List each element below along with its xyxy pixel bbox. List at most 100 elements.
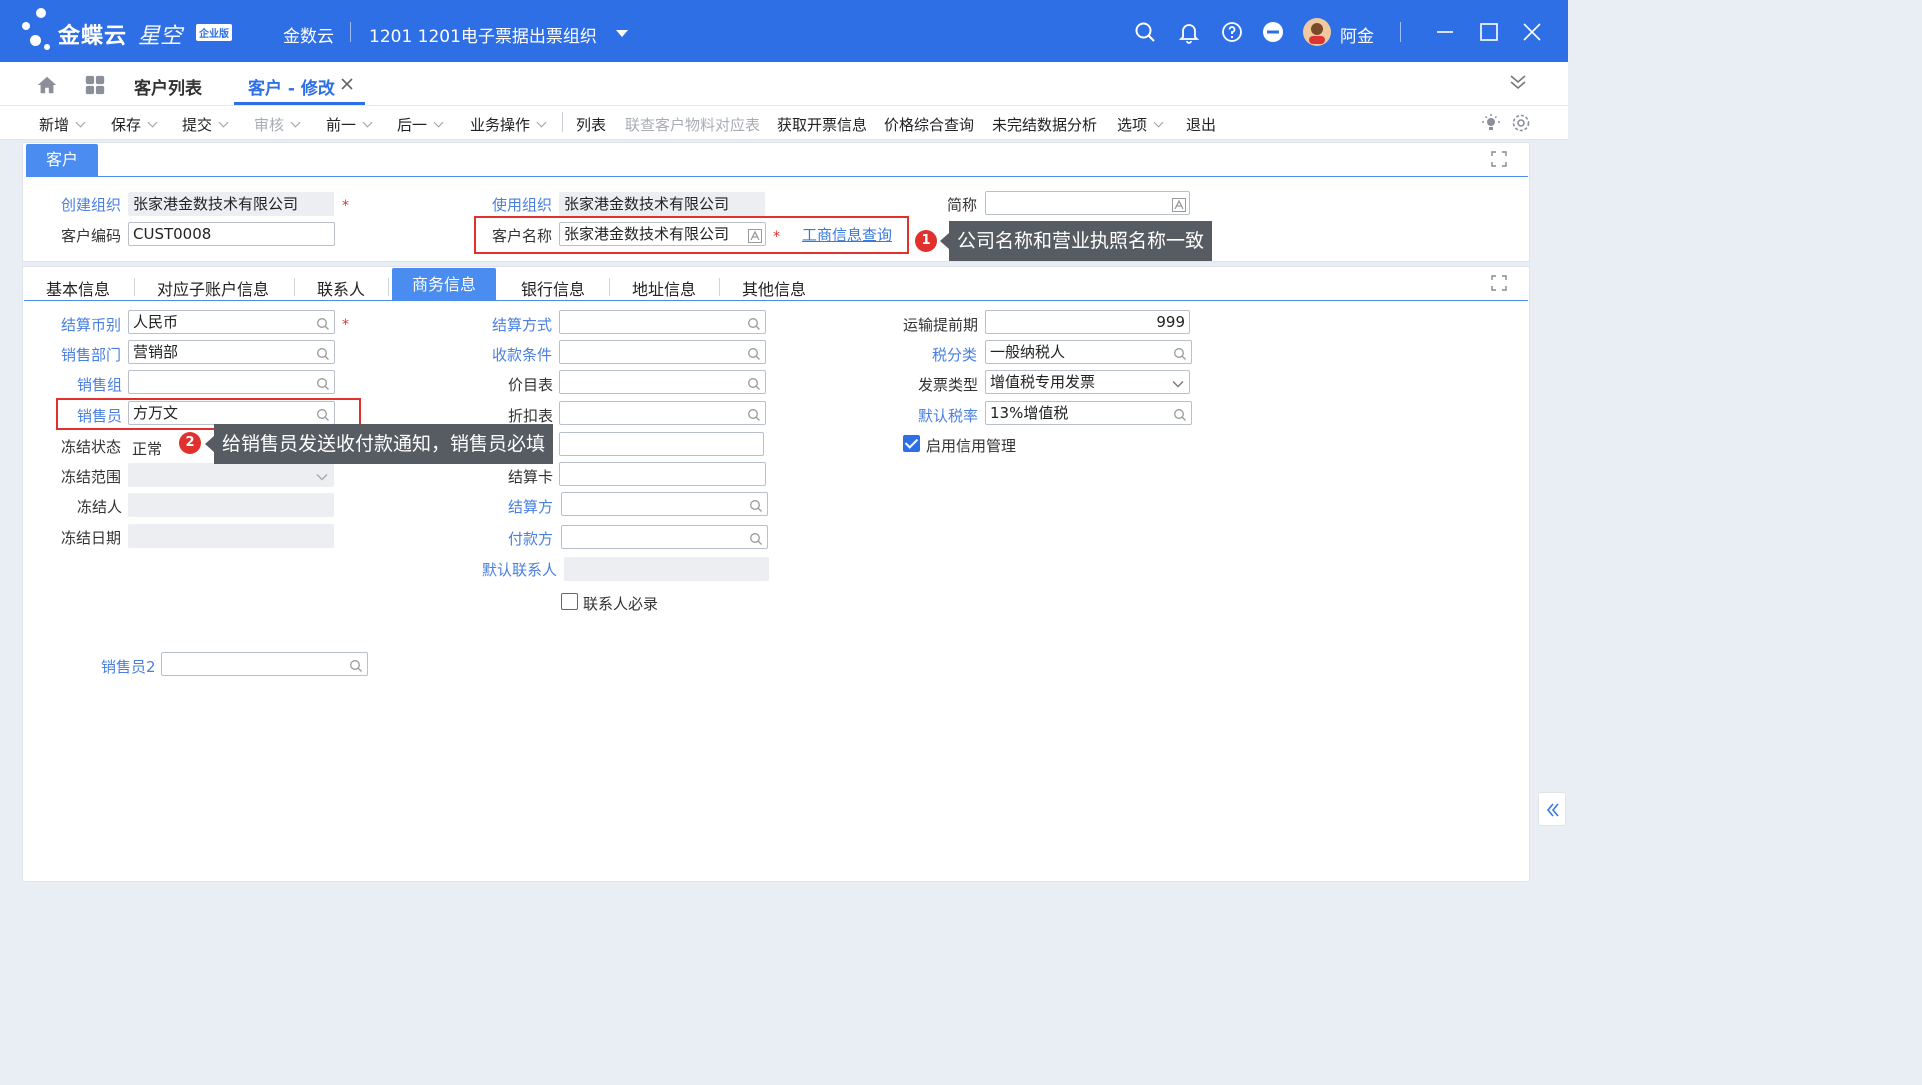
search-icon[interactable]	[747, 375, 761, 390]
apps-grid-icon[interactable]	[84, 74, 106, 96]
search-icon[interactable]	[316, 315, 330, 330]
new-button[interactable]: 新增	[39, 114, 86, 135]
tax-class-field[interactable]: 一般纳税人	[985, 340, 1192, 364]
price-query-button[interactable]: 价格综合查询	[884, 114, 974, 135]
search-icon[interactable]	[747, 406, 761, 421]
settings-gear-icon[interactable]	[1511, 113, 1531, 133]
sales-dept-label: 销售部门	[61, 346, 122, 364]
payment-terms-field[interactable]	[559, 340, 766, 364]
save-button[interactable]: 保存	[111, 114, 158, 135]
default-tax-rate-field[interactable]: 13%增值税	[985, 401, 1192, 425]
help-icon[interactable]	[1220, 20, 1244, 44]
home-icon[interactable]	[36, 74, 58, 96]
brand-name: 金蝶云	[58, 24, 128, 49]
side-panel-toggle[interactable]	[1538, 792, 1566, 826]
tab-other-info[interactable]: 其他信息	[742, 276, 806, 300]
close-tab-icon[interactable]	[340, 77, 354, 91]
contact-required-checkbox[interactable]	[561, 593, 578, 610]
linked-material-button[interactable]: 联查客户物料对应表	[625, 114, 760, 135]
hidden-field[interactable]	[559, 432, 764, 456]
body-tab-line	[24, 300, 1528, 301]
exit-button[interactable]: 退出	[1186, 114, 1216, 135]
tab-contacts[interactable]: 联系人	[317, 276, 365, 300]
tab-commercial-info[interactable]: 商务信息	[392, 268, 496, 300]
org-selector[interactable]: 1201 1201电子票据出票组织	[369, 22, 597, 47]
bell-icon[interactable]	[1177, 20, 1201, 44]
credit-management-checkbox[interactable]	[903, 435, 920, 452]
search-icon[interactable]	[749, 497, 763, 512]
sales-dept-field[interactable]: 营销部	[128, 340, 335, 364]
tab-divider	[134, 278, 135, 296]
short-name-label: 简称	[947, 196, 978, 214]
settle-card-field[interactable]	[559, 462, 766, 486]
maximize-icon[interactable]	[1477, 20, 1501, 44]
avatar[interactable]	[1303, 18, 1331, 46]
settle-method-field[interactable]	[559, 310, 766, 334]
required-mark: *	[342, 198, 349, 214]
search-icon[interactable]	[1173, 406, 1187, 421]
expand-icon[interactable]	[1491, 275, 1507, 291]
invoice-type-select[interactable]: 增值税专用发票	[985, 370, 1190, 394]
tab-customer-edit[interactable]: 客户 - 修改	[248, 74, 335, 99]
close-window-icon[interactable]	[1520, 20, 1544, 44]
default-tax-rate-value: 13%增值税	[990, 404, 1069, 422]
freezer-field	[128, 493, 334, 517]
list-button[interactable]: 列表	[576, 114, 606, 135]
salesperson2-field[interactable]	[161, 652, 368, 676]
options-button[interactable]: 选项	[1117, 114, 1164, 135]
next-button[interactable]: 后一	[397, 114, 444, 135]
submit-button[interactable]: 提交	[182, 114, 229, 135]
more-icon[interactable]	[1261, 20, 1285, 44]
search-icon[interactable]	[747, 345, 761, 360]
lead-time-field[interactable]: 999	[985, 310, 1190, 334]
tab-divider	[294, 278, 295, 296]
pay-party-field[interactable]	[561, 525, 768, 549]
sales-group-field[interactable]	[128, 370, 335, 394]
business-ops-button[interactable]: 业务操作	[470, 114, 547, 135]
customer-code-field[interactable]: CUST0008	[128, 222, 335, 246]
freeze-status-value: 正常	[132, 440, 163, 458]
search-icon[interactable]	[316, 345, 330, 360]
contact-required-label: 联系人必录	[583, 595, 659, 613]
chevron-down-icon[interactable]	[1171, 375, 1185, 389]
price-list-field[interactable]	[559, 370, 766, 394]
required-mark: *	[342, 317, 349, 333]
settle-party-field[interactable]	[561, 492, 768, 516]
create-org-label: 创建组织	[61, 196, 122, 214]
minimize-icon[interactable]	[1433, 20, 1457, 44]
default-tax-rate-label: 默认税率	[918, 407, 979, 425]
prev-button[interactable]: 前一	[326, 114, 373, 135]
double-chevron-left-icon	[1545, 802, 1561, 818]
tab-basic-info[interactable]: 基本信息	[46, 276, 110, 300]
lightbulb-icon[interactable]	[1481, 113, 1501, 133]
user-name[interactable]: 阿金	[1340, 22, 1374, 47]
search-icon[interactable]	[349, 657, 363, 672]
tab-sub-account[interactable]: 对应子账户信息	[157, 276, 269, 300]
multilang-icon[interactable]	[1172, 196, 1186, 212]
search-icon[interactable]	[749, 530, 763, 545]
search-icon[interactable]	[1133, 20, 1157, 44]
audit-button[interactable]: 审核	[254, 114, 301, 135]
invoice-type-value: 增值税专用发票	[990, 373, 1096, 391]
search-icon[interactable]	[316, 375, 330, 390]
short-name-field[interactable]	[985, 191, 1190, 215]
org-dropdown-icon[interactable]	[610, 22, 634, 46]
tab-customer[interactable]: 客户	[26, 144, 98, 176]
sales-dept-value: 营销部	[133, 343, 179, 361]
get-invoice-info-button[interactable]: 获取开票信息	[777, 114, 867, 135]
tab-customer-list[interactable]: 客户列表	[134, 74, 202, 99]
search-icon[interactable]	[747, 315, 761, 330]
currency-field[interactable]: 人民币	[128, 310, 335, 334]
search-icon[interactable]	[1173, 345, 1187, 360]
expand-icon[interactable]	[1491, 151, 1507, 167]
action-toolbar: 新增 保存 提交 审核 前一 后一 业务操作 列表 联查客户物料对应表 获取开票…	[0, 106, 1568, 140]
freeze-scope-label: 冻结范围	[61, 468, 122, 486]
unfinished-analysis-button[interactable]: 未完结数据分析	[992, 114, 1097, 135]
create-org-field: 张家港金数技术有限公司	[128, 192, 334, 216]
collapse-double-chevron-icon[interactable]	[1508, 72, 1528, 92]
tenant-name[interactable]: 金数云	[283, 22, 334, 47]
discount-list-field[interactable]	[559, 401, 766, 425]
tab-address-info[interactable]: 地址信息	[632, 276, 696, 300]
currency-label: 结算币别	[61, 316, 122, 334]
tab-bank-info[interactable]: 银行信息	[521, 276, 585, 300]
